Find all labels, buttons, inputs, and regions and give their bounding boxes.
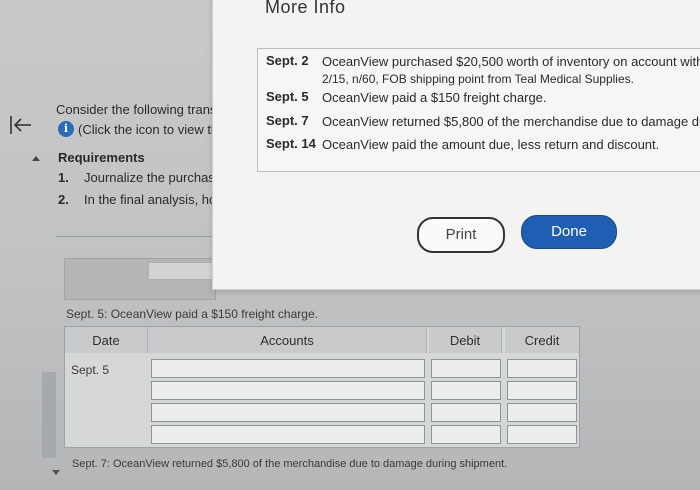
info-icon[interactable]: i <box>58 121 74 137</box>
journal-entry-table: Date Accounts Debit Credit Sept. 5 <box>64 326 580 448</box>
transactions-table: Sept. 2 OceanView purchased $20,500 wort… <box>257 48 700 172</box>
hidden-panel-bar <box>148 262 220 280</box>
transaction-date: Sept. 7 <box>266 113 309 128</box>
requirement-1: 1. Journalize the purchase <box>58 170 222 185</box>
transaction-text-line1: OceanView purchased $20,500 worth of inv… <box>322 54 700 69</box>
credit-input[interactable] <box>507 359 577 378</box>
transaction-text: OceanView paid a $150 freight charge. <box>322 90 547 105</box>
transaction-date: Sept. 2 <box>266 53 309 68</box>
credit-input[interactable] <box>507 381 577 400</box>
next-journal-caption: Sept. 7: OceanView returned $5,800 of th… <box>72 458 508 470</box>
date-header: Date <box>65 327 148 353</box>
credit-input[interactable] <box>507 403 577 422</box>
transaction-text: OceanView purchased $20,500 worth of inv… <box>322 53 700 88</box>
debit-input[interactable] <box>431 403 501 422</box>
debit-input[interactable] <box>431 381 501 400</box>
requirement-2-number: 2. <box>58 192 69 207</box>
divider <box>56 236 216 237</box>
consider-text: Consider the following transa <box>56 102 224 117</box>
account-input[interactable] <box>151 359 425 378</box>
account-input[interactable] <box>151 381 425 400</box>
account-input[interactable] <box>151 425 425 444</box>
requirement-1-text: Journalize the purchase <box>84 170 223 185</box>
scrollbar-thumb[interactable] <box>42 372 56 458</box>
back-arrow-icon[interactable] <box>8 112 34 138</box>
debit-input[interactable] <box>431 425 501 444</box>
transaction-text: OceanView paid the amount due, less retu… <box>322 137 660 152</box>
date-cell: Sept. 5 <box>71 363 110 377</box>
info-text: (Click the icon to view the <box>78 121 226 137</box>
transaction-text-line2: 2/15, n/60, FOB shipping point from Teal… <box>322 72 634 86</box>
credit-input[interactable] <box>507 425 577 444</box>
transaction-date: Sept. 14 <box>266 136 316 151</box>
print-button[interactable]: Print <box>417 217 505 253</box>
requirement-1-number: 1. <box>58 170 69 185</box>
account-input[interactable] <box>151 403 425 422</box>
transaction-date: Sept. 5 <box>266 89 309 104</box>
accounts-header: Accounts <box>148 327 427 353</box>
info-link[interactable]: i (Click the icon to view the <box>58 121 225 137</box>
transaction-text: OceanView returned $5,800 of the merchan… <box>322 114 700 129</box>
scroll-down-icon[interactable] <box>52 470 60 475</box>
credit-header: Credit <box>505 327 579 353</box>
requirement-2: 2. In the final analysis, how <box>58 192 226 207</box>
requirements-title: Requirements <box>58 150 145 165</box>
done-button[interactable]: Done <box>521 215 617 249</box>
more-info-modal: More Info Sept. 2 OceanView purchased $2… <box>212 0 700 290</box>
modal-title: More Info <box>265 0 346 17</box>
requirement-2-text: In the final analysis, how <box>84 192 226 207</box>
debit-header: Debit <box>429 327 502 353</box>
debit-input[interactable] <box>431 359 501 378</box>
journal-caption: Sept. 5: OceanView paid a $150 freight c… <box>66 307 318 321</box>
